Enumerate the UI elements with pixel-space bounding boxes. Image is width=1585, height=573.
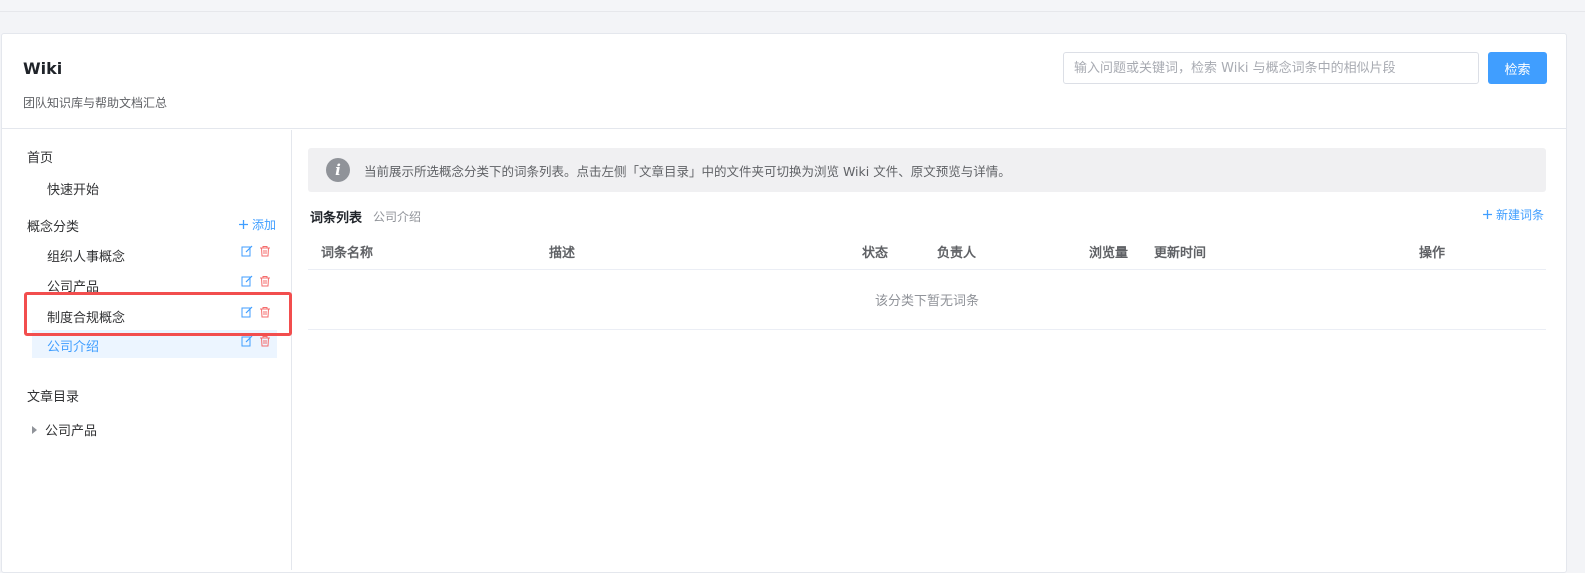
add-category-label: 添加 [252,218,277,232]
caret-right-icon [32,425,37,434]
column-header-status: 状态 [862,246,889,261]
category-label: 公司介绍 [47,340,100,355]
sidebar-item-quick-start[interactable]: 快速开始 [47,179,99,198]
info-icon: i [326,158,350,182]
column-header-actions: 操作 [1419,246,1446,261]
new-entry-button[interactable]: 新建词条 [1482,206,1544,223]
category-item-active[interactable]: 公司介绍 [32,330,277,358]
column-header-updated: 更新时间 [1154,246,1207,261]
edit-icon[interactable] [241,306,253,318]
category-label: 公司产品 [47,280,100,295]
info-alert: i 当前展示所选概念分类下的词条列表。点击左侧「文章目录」中的文件夹可切换为浏览… [308,148,1546,192]
search-button[interactable]: 检索 [1488,52,1547,84]
category-item[interactable]: 制度合规概念 [32,301,277,329]
sidebar-heading-articles: 文章目录 [27,390,80,405]
trash-icon[interactable] [259,275,271,287]
article-folder[interactable]: 公司产品 [32,420,97,439]
search-input[interactable] [1063,52,1479,84]
trash-icon[interactable] [259,335,271,347]
column-header-owner: 负责人 [937,246,977,261]
column-header-views: 浏览量 [1089,246,1129,261]
category-label: 组织人事概念 [47,250,126,265]
page-subtitle: 团队知识库与帮助文档汇总 [23,96,168,110]
category-label: 制度合规概念 [47,311,126,326]
add-category-button[interactable]: 添加 [238,216,276,233]
category-item[interactable]: 组织人事概念 [32,240,277,268]
wiki-card: Wiki 团队知识库与帮助文档汇总 检索 首页 快速开始 概念分类 添加 组织人… [1,33,1567,573]
wiki-header: Wiki 团队知识库与帮助文档汇总 检索 [2,34,1566,129]
plus-icon [1482,210,1492,219]
column-header-description: 描述 [549,246,576,261]
plus-icon [239,220,248,229]
edit-icon[interactable] [241,245,253,257]
article-folder-label: 公司产品 [45,424,98,439]
top-bar [0,0,1585,12]
table-header: 词条名称 描述 状态 负责人 浏览量 更新时间 操作 [308,230,1546,270]
sidebar-heading-home[interactable]: 首页 [27,147,53,166]
table-empty-text: 该分类下暂无词条 [308,270,1546,330]
list-subtitle: 公司介绍 [373,210,422,224]
sidebar: 首页 快速开始 概念分类 添加 组织人事概念 公司产品 制度合规概念 公司介绍 … [2,130,292,570]
edit-icon[interactable] [241,275,253,287]
trash-icon[interactable] [259,245,271,257]
main-content: i 当前展示所选概念分类下的词条列表。点击左侧「文章目录」中的文件夹可切换为浏览… [308,148,1546,568]
sidebar-heading-concepts: 概念分类 [27,220,80,235]
edit-icon[interactable] [241,335,253,347]
list-title: 词条列表 [310,211,363,226]
column-header-name: 词条名称 [321,246,374,261]
new-entry-label: 新建词条 [1495,208,1544,222]
category-item[interactable]: 公司产品 [32,270,277,298]
page-title: Wiki [23,59,63,78]
trash-icon[interactable] [259,306,271,318]
info-text: 当前展示所选概念分类下的词条列表。点击左侧「文章目录」中的文件夹可切换为浏览 W… [364,163,1011,179]
